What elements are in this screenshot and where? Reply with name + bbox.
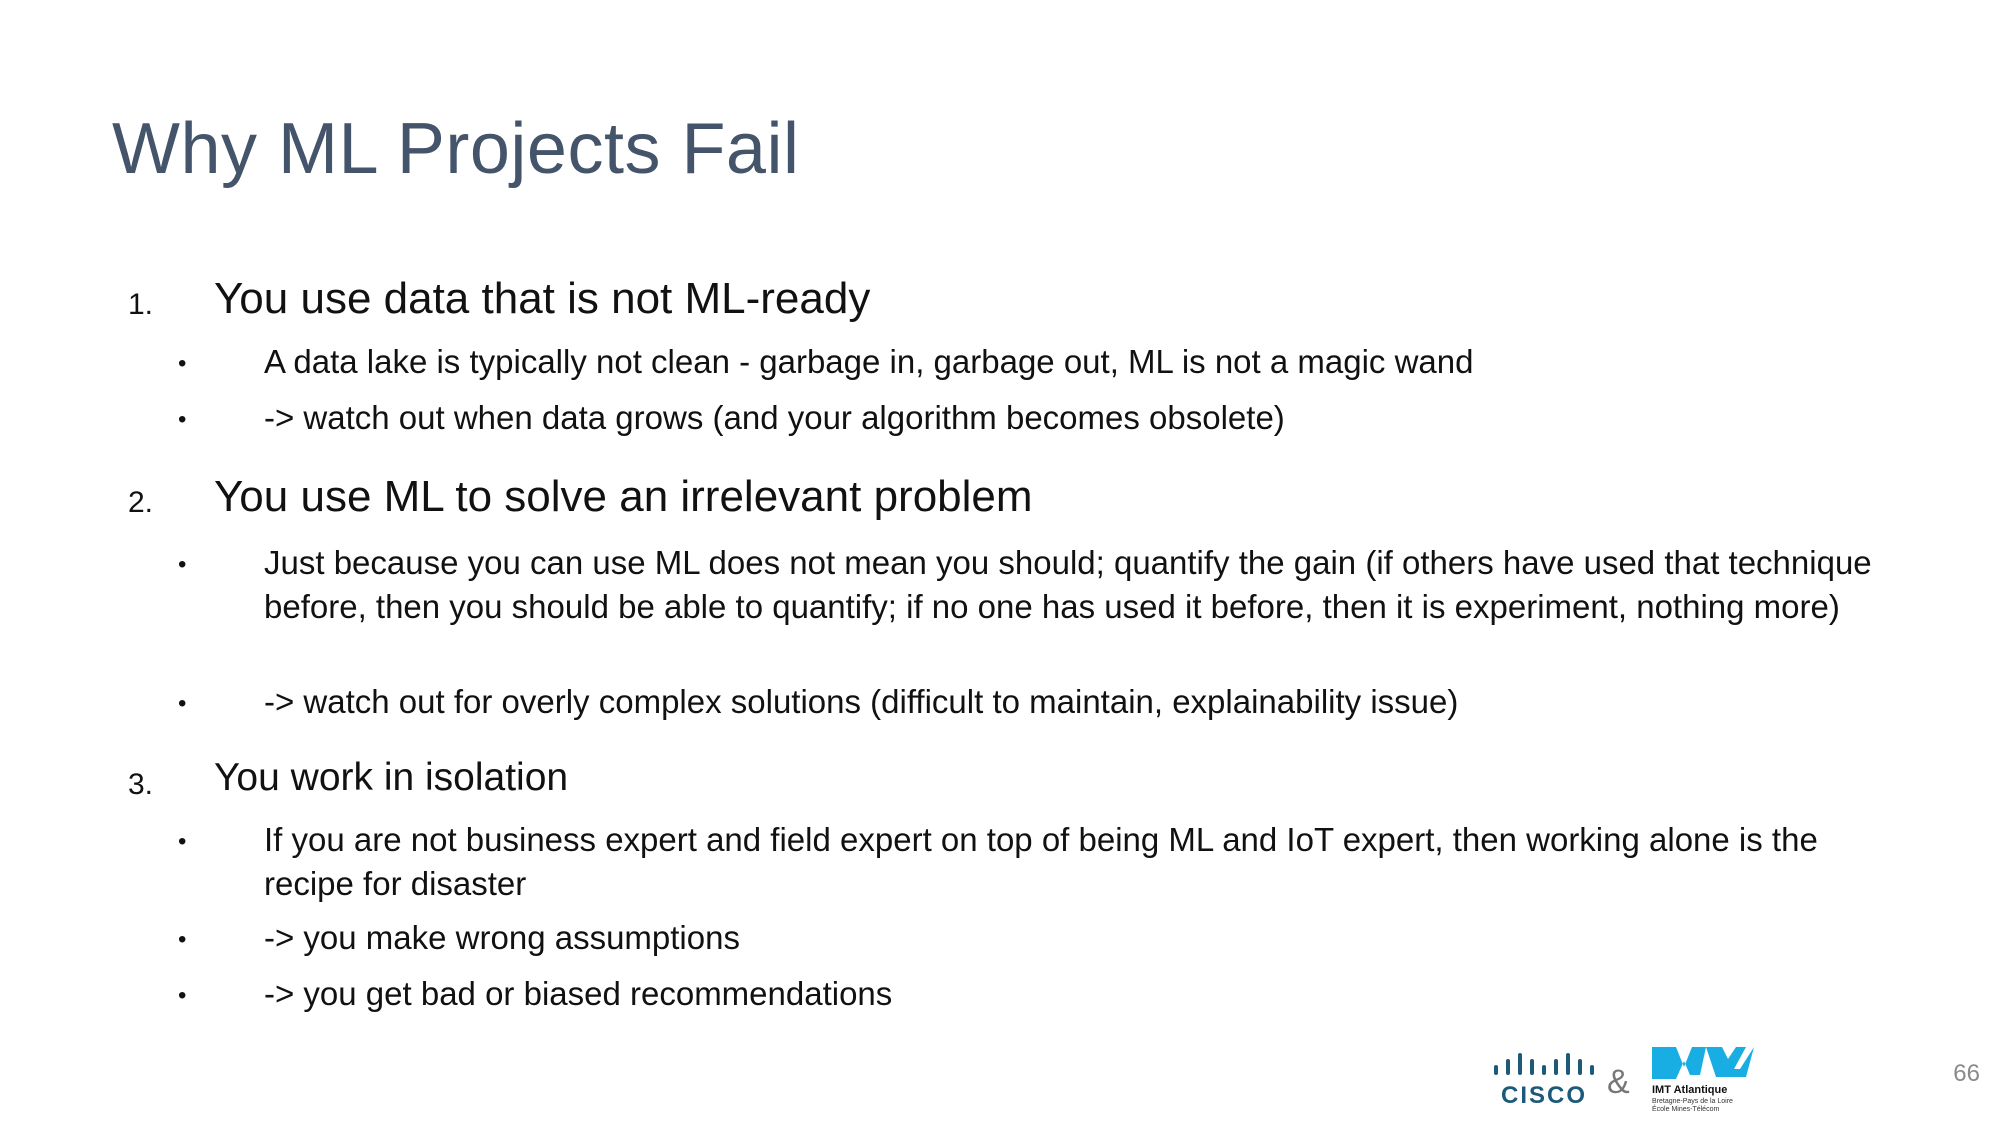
imt-logo-line2: Bretagne-Pays de la Loire [1652, 1098, 1733, 1105]
bullet-dot: • [178, 406, 187, 433]
imt-atlantique-logo: IMT Atlantique Bretagne-Pays de la Loire… [1652, 1047, 1754, 1113]
cisco-logo-text: CISCO [1501, 1082, 1587, 1107]
bullet-dot: • [178, 350, 187, 377]
footer-logos: CISCO & IMT Atlantique Bretagne-Pays de … [1490, 1045, 1760, 1115]
item-heading: You use data that is not ML-ready [214, 274, 871, 323]
bullet-text: -> you get bad or biased recommendations [264, 975, 893, 1012]
item-number: 1. [128, 288, 154, 321]
bullet-text: -> watch out when data grows (and your a… [264, 399, 1285, 436]
bullet-text: -> you make wrong assumptions [264, 919, 740, 956]
bullet-text: Just because you can use ML does not mea… [264, 544, 1872, 625]
slide-title: Why ML Projects Fail [112, 109, 800, 189]
ampersand: & [1607, 1063, 1630, 1101]
bullet-dot: • [178, 551, 187, 578]
bullet-dot: • [178, 690, 187, 717]
item-number: 2. [128, 486, 154, 519]
bullet-dot: • [178, 982, 187, 1009]
bullet-dot: • [178, 926, 187, 953]
bullet-text: -> watch out for overly complex solution… [264, 683, 1459, 720]
cisco-logo: CISCO [1494, 1053, 1594, 1107]
item-heading: You work in isolation [214, 756, 569, 799]
page-number: 66 [1953, 1060, 1980, 1087]
imt-logo-name: IMT Atlantique [1652, 1084, 1727, 1096]
imt-logo-line3: École Mines-Télécom [1652, 1104, 1719, 1113]
item-number: 3. [128, 768, 154, 801]
item-heading: You use ML to solve an irrelevant proble… [214, 472, 1033, 521]
bullet-text: If you are not business expert and field… [264, 821, 1818, 902]
bullet-text: A data lake is typically not clean - gar… [264, 343, 1474, 380]
slide: Why ML Projects Fail 1. You use data tha… [0, 0, 2000, 1125]
bullet-dot: • [178, 828, 187, 855]
